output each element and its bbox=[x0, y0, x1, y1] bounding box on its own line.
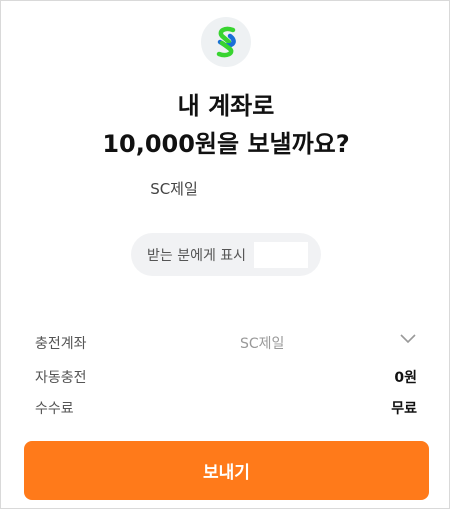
fee-label: 수수료 bbox=[35, 401, 74, 417]
charge-account-label: 충전계좌 bbox=[35, 336, 87, 352]
fee-value: 무료 bbox=[391, 401, 417, 417]
title-line-1: 내 계좌로 bbox=[177, 92, 275, 120]
auto-charge-label: 자동충전 bbox=[35, 370, 87, 386]
title-line-2: 10,000원을 보낼까요? bbox=[102, 130, 350, 158]
send-button[interactable]: 보내기 bbox=[24, 441, 429, 500]
charge-account-row[interactable]: 충전계좌 SC제일 bbox=[35, 331, 417, 353]
chevron-down-icon[interactable] bbox=[399, 333, 417, 349]
fee-row: 수수료 무료 bbox=[35, 396, 417, 418]
memo-label: 받는 분에게 표시 bbox=[147, 247, 247, 264]
auto-charge-value: 0원 bbox=[394, 370, 417, 386]
recipient-memo-field[interactable]: 받는 분에게 표시 bbox=[131, 233, 321, 276]
page-title: 내 계좌로 10,000원을 보낼까요? bbox=[1, 87, 450, 163]
recipient-account-name: SC제일 bbox=[150, 180, 198, 198]
bank-logo-icon bbox=[201, 17, 251, 67]
charge-account-value: SC제일 bbox=[240, 336, 285, 352]
send-button-label: 보내기 bbox=[203, 463, 250, 483]
auto-charge-row: 자동충전 0원 bbox=[35, 365, 417, 387]
transfer-confirm-screen: 내 계좌로 10,000원을 보낼까요? SC제일 받는 분에게 표시 충전계좌… bbox=[0, 0, 450, 509]
memo-input[interactable] bbox=[254, 241, 309, 268]
